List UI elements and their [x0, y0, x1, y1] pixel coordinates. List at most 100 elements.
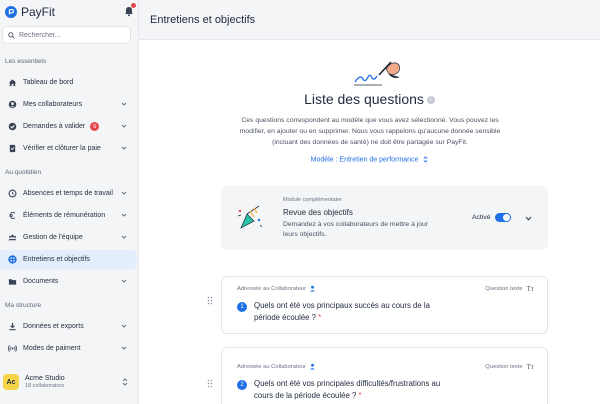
search-input[interactable]: [19, 31, 119, 39]
module-description: Demandez à vos collaborateurs de mettre …: [283, 221, 429, 238]
sidebar-item-label: Éléments de rémunération: [23, 212, 106, 219]
chevron-down-icon: [121, 191, 127, 195]
sidebar-item-dashboard[interactable]: Tableau de bord: [0, 73, 137, 92]
question-type-label: Question texte: [485, 364, 523, 370]
question-text-block: Quels ont été vos principaux succès au c…: [254, 300, 454, 324]
question-addressee: Adressée au Collaborateur: [237, 363, 316, 370]
chevron-down-icon: [121, 124, 127, 128]
info-icon[interactable]: i: [426, 96, 435, 105]
sidebar-item-label: Documents: [23, 278, 59, 285]
party-popper-icon: [237, 205, 263, 229]
required-marker: *: [318, 313, 322, 322]
question-number: 1: [237, 302, 247, 312]
sidebar-item-absences[interactable]: Absences et temps de travail: [0, 184, 137, 203]
section-label-daily: Au quotidien: [5, 169, 42, 176]
sidebar-item-label: Vérifier et clôturer la paie: [23, 145, 101, 152]
check-circle-icon: [8, 122, 17, 131]
module-kicker: Module complémentaire: [283, 197, 342, 203]
question-text: Quels ont été vos principaux succès au c…: [254, 301, 430, 322]
sidebar-item-payment-methods[interactable]: Modes de paiment: [0, 339, 137, 358]
module-status-label: Activé: [472, 214, 491, 221]
module-title: Revue des objectifs: [283, 208, 353, 217]
sidebar-item-reviews[interactable]: Entretiens et objectifs: [0, 250, 137, 269]
question-type: Question texte Tт: [485, 363, 534, 371]
sidebar-item-label: Entretiens et objectifs: [23, 256, 90, 263]
sidebar-item-label: Tableau de bord: [23, 79, 74, 86]
sidebar-item-collaborators[interactable]: Mes collaborateurs: [0, 95, 137, 114]
chevron-down-icon[interactable]: [525, 216, 532, 221]
sidebar-item-exports[interactable]: Données et exports: [0, 317, 137, 336]
question-card[interactable]: Adressée au Collaborateur Question texte…: [221, 276, 548, 334]
section-heading: Liste des questions i: [139, 91, 600, 107]
question-text: Quels ont été vos principales difficulté…: [254, 379, 441, 400]
sidebar-item-label: Mes collaborateurs: [23, 101, 83, 108]
question-card[interactable]: Adressée au Collaborateur Question texte…: [221, 347, 548, 404]
person-icon: [309, 363, 315, 370]
text-type-icon: Tт: [526, 363, 534, 371]
drag-handle-icon[interactable]: [207, 296, 213, 305]
module-card: Module complémentaire Revue des objectif…: [221, 186, 548, 250]
writing-hand-illustration-icon: [354, 61, 400, 86]
org-name: Acme Studio: [25, 375, 65, 382]
chevron-down-icon: [121, 146, 127, 150]
chevron-down-icon: [121, 279, 127, 283]
sidebar-item-requests[interactable]: Demandes à valider 6: [0, 117, 137, 136]
chevron-down-icon: [121, 235, 127, 239]
grid-dots-icon: [8, 255, 17, 264]
download-icon: [8, 322, 17, 331]
sidebar-item-payroll[interactable]: Vérifier et clôturer la paie: [0, 139, 137, 158]
heading-text: Liste des questions: [304, 91, 424, 107]
addressee-label: Adressée au Collaborateur: [237, 285, 306, 292]
folder-icon: [8, 277, 17, 286]
search-box[interactable]: [2, 26, 131, 44]
pending-count-badge: 6: [90, 122, 100, 131]
user-circle-icon: [8, 100, 17, 109]
addressee-label: Adressée au Collaborateur: [237, 363, 306, 370]
sidebar-item-label: Modes de paiment: [23, 345, 81, 352]
brand[interactable]: PayFit: [5, 3, 55, 21]
toggle-knob: [503, 214, 510, 221]
page-header: Entretiens et objectifs: [139, 0, 600, 40]
module-toggle[interactable]: [495, 213, 511, 222]
model-selector[interactable]: Modèle : Entretien de performance: [139, 156, 600, 163]
org-avatar: Ac: [3, 374, 19, 390]
sidebar-item-label: Absences et temps de travail: [23, 190, 113, 197]
sidebar-item-compensation[interactable]: Éléments de rémunération: [0, 206, 137, 225]
sidebar-item-documents[interactable]: Documents: [0, 272, 137, 291]
drag-handle-icon[interactable]: [207, 379, 213, 388]
question-type-label: Question texte: [485, 286, 523, 292]
search-icon: [8, 31, 15, 39]
sidebar-item-team[interactable]: Gestion de l'équipe: [0, 228, 137, 247]
notification-dot: [131, 3, 136, 8]
text-type-icon: Tт: [526, 285, 534, 293]
home-icon: [8, 78, 17, 87]
question-addressee: Adressée au Collaborateur: [237, 285, 316, 292]
page-title: Entretiens et objectifs: [150, 14, 256, 26]
chevron-down-icon: [121, 102, 127, 106]
chevron-down-icon: [121, 324, 127, 328]
org-subtitle: 18 collaborators: [25, 383, 65, 389]
intro-text: Ces questions correspondent au modèle qu…: [239, 117, 501, 146]
radio-waves-icon: [8, 344, 17, 353]
organization-switcher[interactable]: Ac Acme Studio 18 collaborators: [3, 370, 136, 394]
notifications-button[interactable]: [123, 3, 136, 17]
org-text: Acme Studio 18 collaborators: [25, 375, 65, 389]
chevron-down-icon: [121, 346, 127, 350]
chevron-up-down-icon: [423, 156, 428, 163]
main-content: Entretiens et objectifs Liste des questi…: [139, 0, 600, 404]
question-type: Question texte Tт: [485, 285, 534, 293]
model-selector-label: Modèle : Entretien de performance: [310, 156, 419, 164]
question-number: 2: [237, 380, 247, 390]
team-icon: [8, 233, 17, 242]
person-icon: [309, 285, 315, 292]
payfit-logo-icon: [5, 6, 17, 18]
sidebar: PayFit Les essentiels Tableau de bord Me…: [0, 0, 139, 404]
chevron-up-down-icon: [122, 378, 128, 386]
clock-icon: [8, 189, 17, 198]
chevron-down-icon: [121, 213, 127, 217]
sidebar-item-label: Données et exports: [23, 323, 84, 330]
question-text-block: Quels ont été vos principales difficulté…: [254, 378, 459, 402]
euro-icon: [8, 211, 17, 220]
required-marker: *: [358, 391, 362, 400]
section-label-structure: Ma structure: [5, 302, 42, 309]
